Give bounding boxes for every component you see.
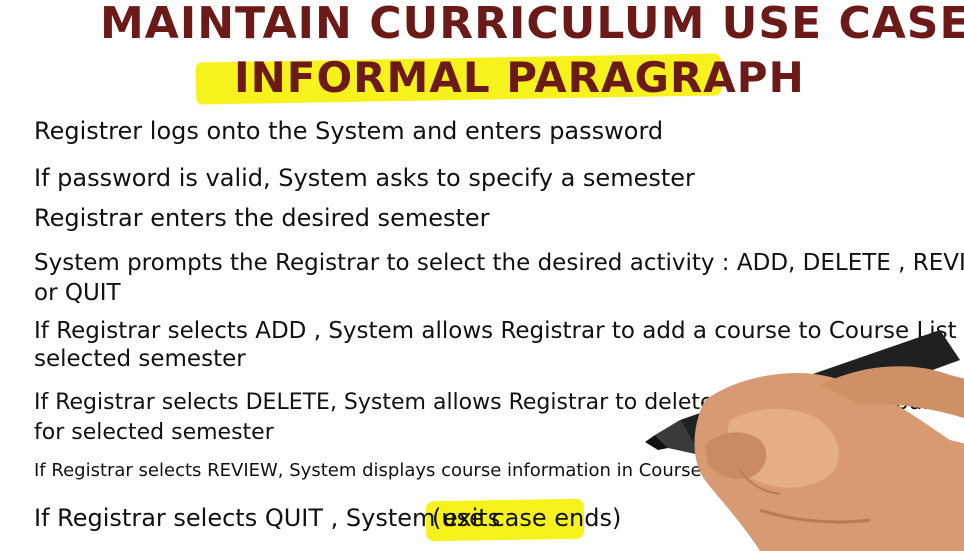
step-text: Registrar enters the desired semester bbox=[34, 204, 490, 232]
step-text: Registrer logs onto the System and enter… bbox=[34, 117, 664, 145]
step-text: If Registrar selects QUIT , System exits bbox=[34, 504, 501, 532]
step-text: If password is valid, System asks to spe… bbox=[34, 164, 695, 192]
use-case-ends-note: (use case ends) bbox=[432, 504, 622, 532]
heading-line-2: INFORMAL PARAGRAPH bbox=[234, 53, 805, 102]
step-text: selected semester bbox=[34, 346, 246, 372]
hand-with-marker-image bbox=[645, 330, 964, 551]
step-text: or QUIT bbox=[34, 280, 121, 306]
step-text: for selected semester bbox=[34, 420, 274, 445]
whiteboard: MAINTAIN CURRICULUM USE CASE : INFORMAL … bbox=[0, 0, 964, 551]
heading-line-1: MAINTAIN CURRICULUM USE CASE : bbox=[100, 0, 964, 49]
